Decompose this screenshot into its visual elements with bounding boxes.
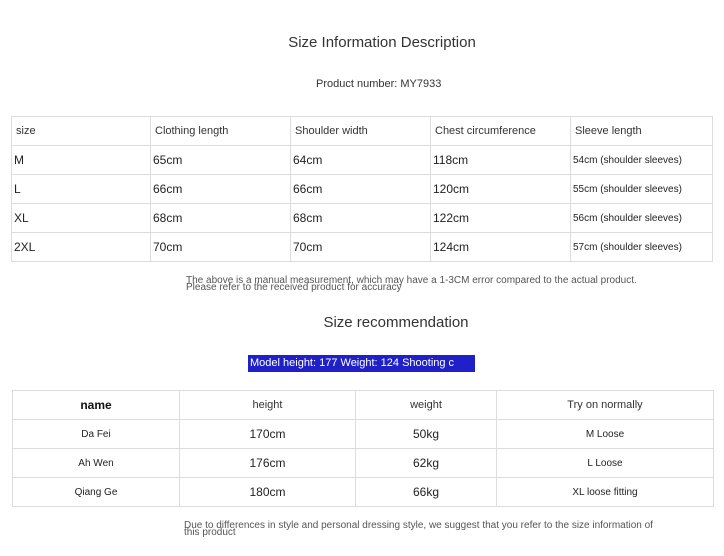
size-cell: M xyxy=(11,145,151,175)
weight-cell: 62kg xyxy=(355,448,497,478)
recommendation-table: name height weight Try on normally Da Fe… xyxy=(12,390,714,507)
clothing-length-cell: 65cm xyxy=(150,145,291,175)
height-cell: 170cm xyxy=(179,419,356,449)
size-table: size Clothing length Shoulder width Ches… xyxy=(11,116,713,262)
shoulder-width-cell: 70cm xyxy=(290,232,431,262)
table-row: Qiang Ge 180cm 66kg XL loose fitting xyxy=(12,477,714,507)
sleeve-cell: 55cm (shoulder sleeves) xyxy=(570,174,713,204)
clothing-length-cell: 66cm xyxy=(150,174,291,204)
chest-cell: 118cm xyxy=(430,145,571,175)
header-cell: Clothing length xyxy=(150,116,291,146)
size-cell: 2XL xyxy=(11,232,151,262)
table-row: M 65cm 64cm 118cm 54cm (shoulder sleeves… xyxy=(11,145,713,175)
page-title: Size Information Description xyxy=(288,34,476,51)
header-cell: Try on normally xyxy=(496,390,714,420)
weight-cell: 50kg xyxy=(355,419,497,449)
shoulder-width-cell: 66cm xyxy=(290,174,431,204)
model-info-highlight: Model height: 177 Weight: 124 Shooting c xyxy=(248,355,475,372)
style-note-line2: this product xyxy=(184,527,236,538)
size-cell: XL xyxy=(11,203,151,233)
fit-cell: L Loose xyxy=(496,448,714,478)
table-row: XL 68cm 68cm 122cm 56cm (shoulder sleeve… xyxy=(11,203,713,233)
clothing-length-cell: 68cm xyxy=(150,203,291,233)
header-cell: weight xyxy=(355,390,497,420)
chest-cell: 124cm xyxy=(430,232,571,262)
measurement-note-line2: Please refer to the received product for… xyxy=(186,282,402,293)
header-cell: Chest circumference xyxy=(430,116,571,146)
size-cell: L xyxy=(11,174,151,204)
table-header-row: name height weight Try on normally xyxy=(12,390,714,420)
shoulder-width-cell: 64cm xyxy=(290,145,431,175)
name-cell: Da Fei xyxy=(12,419,180,449)
clothing-length-cell: 70cm xyxy=(150,232,291,262)
name-cell: Ah Wen xyxy=(12,448,180,478)
table-row: Ah Wen 176cm 62kg L Loose xyxy=(12,448,714,478)
table-row: L 66cm 66cm 120cm 55cm (shoulder sleeves… xyxy=(11,174,713,204)
sleeve-cell: 57cm (shoulder sleeves) xyxy=(570,232,713,262)
sleeve-cell: 56cm (shoulder sleeves) xyxy=(570,203,713,233)
chest-cell: 122cm xyxy=(430,203,571,233)
fit-cell: XL loose fitting xyxy=(496,477,714,507)
header-cell: name xyxy=(12,390,180,420)
weight-cell: 66kg xyxy=(355,477,497,507)
product-number: Product number: MY7933 xyxy=(316,78,442,90)
table-row: Da Fei 170cm 50kg M Loose xyxy=(12,419,714,449)
header-cell: Shoulder width xyxy=(290,116,431,146)
recommendation-title: Size recommendation xyxy=(323,314,469,331)
height-cell: 180cm xyxy=(179,477,356,507)
name-cell: Qiang Ge xyxy=(12,477,180,507)
table-row: 2XL 70cm 70cm 124cm 57cm (shoulder sleev… xyxy=(11,232,713,262)
header-cell: Sleeve length xyxy=(570,116,713,146)
fit-cell: M Loose xyxy=(496,419,714,449)
shoulder-width-cell: 68cm xyxy=(290,203,431,233)
header-cell: size xyxy=(11,116,151,146)
height-cell: 176cm xyxy=(179,448,356,478)
header-cell: height xyxy=(179,390,356,420)
style-note: Due to differences in style and personal… xyxy=(184,520,653,531)
table-header-row: size Clothing length Shoulder width Ches… xyxy=(11,116,713,146)
chest-cell: 120cm xyxy=(430,174,571,204)
sleeve-cell: 54cm (shoulder sleeves) xyxy=(570,145,713,175)
